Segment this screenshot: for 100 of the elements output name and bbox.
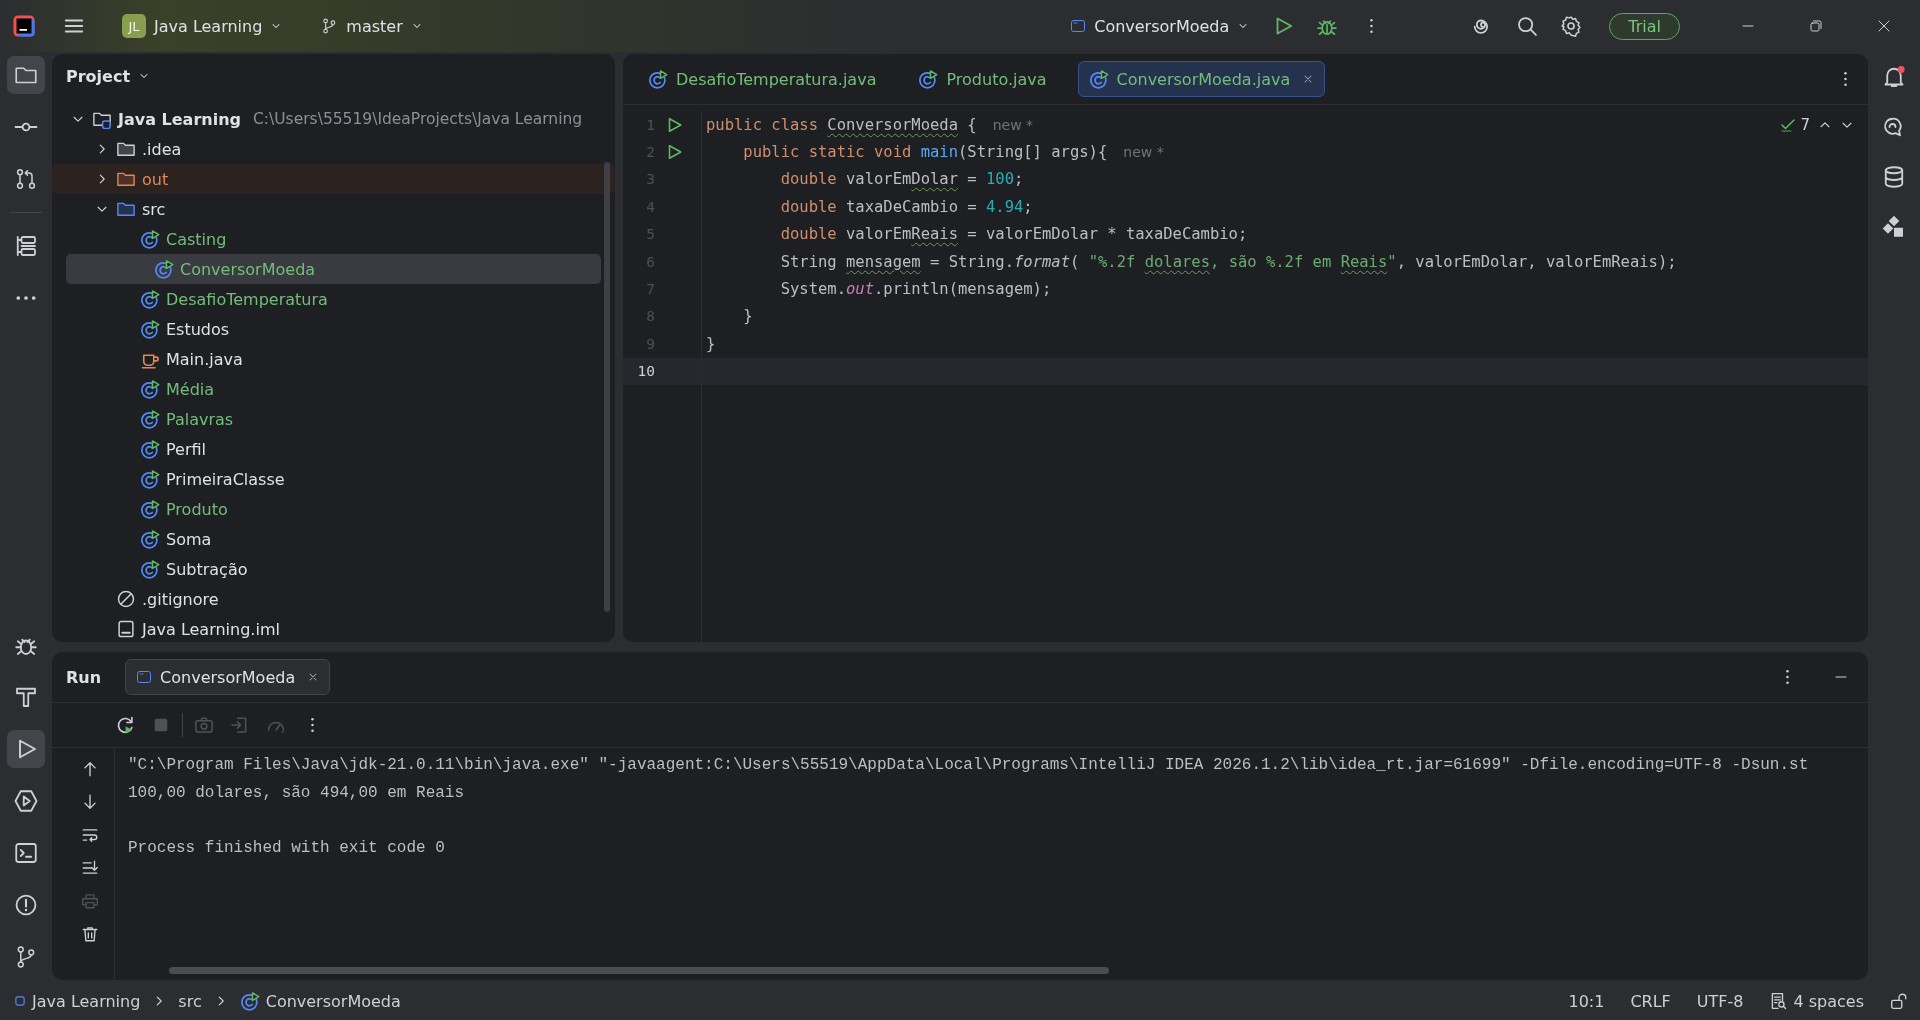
project-path: C:\Users\55519\IdeaProjects\Java Learning xyxy=(253,110,583,128)
close-icon xyxy=(1876,18,1892,34)
class-icon xyxy=(140,409,160,429)
author-hint: new * xyxy=(992,116,1034,133)
panel-title: Run xyxy=(66,667,102,687)
caret-position[interactable]: 10:1 xyxy=(1568,991,1605,1011)
printer-icon xyxy=(81,892,99,910)
line-separator[interactable]: CRLF xyxy=(1630,991,1671,1011)
tree-item[interactable]: ConversorMoeda xyxy=(66,254,601,284)
class-icon xyxy=(140,319,160,339)
tree-item[interactable]: PrimeiraClasse xyxy=(52,464,601,494)
trash-icon xyxy=(81,925,99,943)
tree-item[interactable]: Estudos xyxy=(52,314,601,344)
class-icon xyxy=(648,69,668,89)
panel-title-dropdown[interactable]: Project xyxy=(66,66,151,86)
tree-item[interactable]: Média xyxy=(52,374,601,404)
class-icon xyxy=(140,469,160,489)
arrow-up-icon xyxy=(81,760,99,778)
tree-item[interactable]: Java Learning.iml xyxy=(52,614,601,642)
breadcrumb[interactable]: src xyxy=(178,991,202,1011)
database-icon xyxy=(1882,165,1906,189)
breadcrumb[interactable]: Java Learning xyxy=(14,991,141,1011)
code-line: public class ConversorMoeda { xyxy=(706,115,977,134)
restore-icon xyxy=(1808,18,1824,34)
code-line: double taxaDeCambio = 4.94; xyxy=(779,197,1033,216)
more-icon xyxy=(1369,19,1373,33)
window-icon xyxy=(1070,18,1087,34)
run-tab[interactable]: ConversorMoeda xyxy=(125,659,331,695)
tree-item[interactable]: src xyxy=(52,194,601,224)
module-icon xyxy=(14,995,26,1007)
class-icon xyxy=(140,499,160,519)
file-encoding[interactable]: UTF-8 xyxy=(1696,991,1744,1011)
camera-icon xyxy=(194,715,214,735)
structure-icon xyxy=(14,234,38,258)
tree-item[interactable]: .gitignore xyxy=(52,584,601,614)
more-icon xyxy=(310,718,314,732)
class-icon xyxy=(239,991,260,1011)
code-line: public static void main(String[] args){ xyxy=(742,143,1108,162)
minimize-icon xyxy=(1742,25,1754,27)
module-file-icon xyxy=(116,619,136,639)
tree-item[interactable]: Palavras xyxy=(52,404,601,434)
app-logo-icon[interactable] xyxy=(12,14,36,38)
code-line: } xyxy=(742,307,753,326)
project-tool-button[interactable] xyxy=(7,56,45,94)
breadcrumb[interactable]: ConversorMoeda xyxy=(239,991,401,1011)
class-icon xyxy=(140,439,160,459)
rerun-icon xyxy=(115,715,135,735)
tree-item[interactable]: Perfil xyxy=(52,434,601,464)
scroll-to-end-icon xyxy=(81,859,99,877)
project-switcher[interactable]: JL Java Learning xyxy=(114,8,291,44)
trial-button[interactable]: Trial xyxy=(1609,12,1680,40)
tree-item[interactable]: .idea xyxy=(52,134,601,164)
editor-tab[interactable]: ConversorMoeda.java xyxy=(1077,61,1326,97)
tree-item[interactable]: Soma xyxy=(52,524,601,554)
window-icon xyxy=(136,669,153,685)
tree-item[interactable]: Subtração xyxy=(52,554,601,584)
class-icon xyxy=(140,379,160,399)
line-number: 10 xyxy=(637,363,655,380)
editor-tab[interactable]: Produto.java xyxy=(907,61,1058,97)
warning-icon xyxy=(14,893,38,917)
settings-icon xyxy=(1560,15,1583,37)
more-icon xyxy=(1843,72,1847,86)
class-icon xyxy=(154,259,174,279)
lock-icon xyxy=(1890,992,1908,1010)
wrap-icon xyxy=(81,826,99,844)
tree-item[interactable]: Produto xyxy=(52,494,601,524)
search-icon xyxy=(1516,15,1539,37)
code-line: String mensagem = String.format( "%.2f dolares, são %.2f em Reais", valorEmDolar, valorEmReais); xyxy=(779,252,1677,271)
console-line: "C:\Program Files\Java\jdk-21.0.11\bin\java.exe" "-javaagent:C:\Users\55519\AppData\Local\Programs\IntelliJ IDEA 2026.1.2\lib\idea_rt.jar=61699" -Dfile.encoding=UTF-8 -Dsun.st xyxy=(128,755,1810,776)
console-line: 100,00 dolares, são 494,00 em Reais xyxy=(128,782,466,804)
inspections-widget[interactable]: 7 xyxy=(1780,116,1810,134)
editor-tab[interactable]: DesafioTemperatura.java xyxy=(637,61,888,97)
terminal-icon xyxy=(14,841,38,865)
more-icon xyxy=(1785,670,1789,684)
run-configuration-selector[interactable]: ConversorMoeda xyxy=(1062,8,1258,44)
tree-item[interactable]: DesafioTemperatura xyxy=(52,284,601,314)
indent-setting[interactable]: 4 spaces xyxy=(1769,991,1864,1011)
author-hint: new * xyxy=(1123,144,1164,161)
class-icon xyxy=(918,69,939,89)
run-tool-button[interactable] xyxy=(7,730,45,768)
minimize-icon xyxy=(1835,676,1847,678)
read-only-toggle[interactable] xyxy=(1890,992,1908,1010)
class-icon xyxy=(140,529,160,549)
tree-item[interactable]: Java Learning C:\Users\55519\IdeaProjects\Java Learning xyxy=(52,104,601,134)
tree-item[interactable]: out xyxy=(52,164,615,194)
branch-selector[interactable]: master xyxy=(312,8,431,44)
tree-item[interactable]: Casting xyxy=(52,224,601,254)
console-line: Process finished with exit code 0 xyxy=(128,837,446,859)
check-icon xyxy=(1780,117,1797,133)
document-search-icon xyxy=(1769,992,1788,1010)
more-icon xyxy=(16,296,36,300)
code-line: } xyxy=(706,334,716,353)
class-icon xyxy=(1088,69,1109,89)
hammer-icon xyxy=(14,685,38,709)
ignored-file-icon xyxy=(116,589,136,609)
bell-icon xyxy=(1882,65,1906,89)
code-line: System.out.println(mensagem); xyxy=(779,280,1052,299)
code-line: double valorEmDolar = 100; xyxy=(779,170,1024,189)
arrow-down-icon xyxy=(81,793,99,811)
tree-item[interactable]: Main.java xyxy=(52,344,601,374)
